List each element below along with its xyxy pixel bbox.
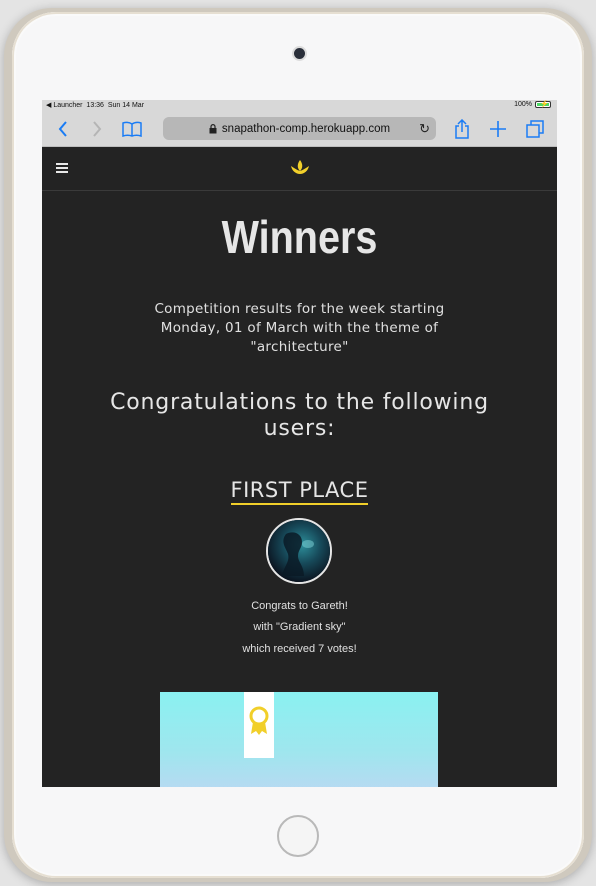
status-right: 100% ⚡ bbox=[514, 101, 551, 108]
status-bar: ◀ Launcher 13:36 Sun 14 Mar 100% ⚡ bbox=[42, 100, 557, 112]
screen: ◀ Launcher 13:36 Sun 14 Mar 100% ⚡ snapa… bbox=[42, 100, 557, 787]
back-to-app-link[interactable]: ◀ Launcher bbox=[46, 102, 83, 109]
browser-toolbar: snapathon-comp.herokuapp.com ↻ bbox=[42, 112, 557, 147]
tabs-icon[interactable] bbox=[524, 118, 546, 140]
first-place-heading: FIRST PLACE bbox=[42, 478, 557, 505]
award-ribbon-icon bbox=[249, 706, 269, 735]
home-button[interactable] bbox=[277, 815, 319, 857]
status-left: ◀ Launcher 13:36 Sun 14 Mar bbox=[46, 101, 144, 109]
competition-intro: Competition results for the week startin… bbox=[154, 301, 445, 355]
chevron-left-icon[interactable] bbox=[52, 118, 74, 140]
url-text: snapathon-comp.herokuapp.com bbox=[221, 122, 391, 135]
status-time: 13:36 bbox=[86, 102, 104, 109]
winning-photo[interactable] bbox=[160, 692, 438, 787]
chevron-right-icon[interactable] bbox=[86, 118, 108, 140]
lotus-logo-icon[interactable] bbox=[290, 159, 310, 177]
site-navbar bbox=[42, 147, 557, 191]
hamburger-icon[interactable] bbox=[56, 163, 68, 173]
url-field[interactable]: snapathon-comp.herokuapp.com ↻ bbox=[163, 117, 436, 140]
congrats-heading: Congratulations to the following users: bbox=[110, 390, 489, 441]
plus-icon[interactable] bbox=[487, 118, 509, 140]
front-camera bbox=[294, 48, 305, 59]
page-title: Winners bbox=[221, 211, 378, 263]
status-date: Sun 14 Mar bbox=[107, 102, 145, 109]
winner-congrats-text: Congrats to Gareth! bbox=[251, 600, 348, 612]
first-place-label: FIRST PLACE bbox=[230, 478, 369, 505]
winner-votes-text: which received 7 votes! bbox=[242, 643, 357, 655]
battery-percent: 100% bbox=[514, 101, 532, 108]
winner-photo-title-text: with "Gradient sky" bbox=[253, 621, 346, 633]
battery-icon: ⚡ bbox=[535, 101, 551, 108]
winner-avatar[interactable] bbox=[266, 518, 332, 584]
award-ribbon bbox=[244, 692, 274, 758]
book-icon[interactable] bbox=[121, 118, 143, 140]
reload-icon[interactable]: ↻ bbox=[419, 121, 430, 137]
lock-icon bbox=[209, 123, 217, 134]
share-icon[interactable] bbox=[451, 118, 473, 140]
